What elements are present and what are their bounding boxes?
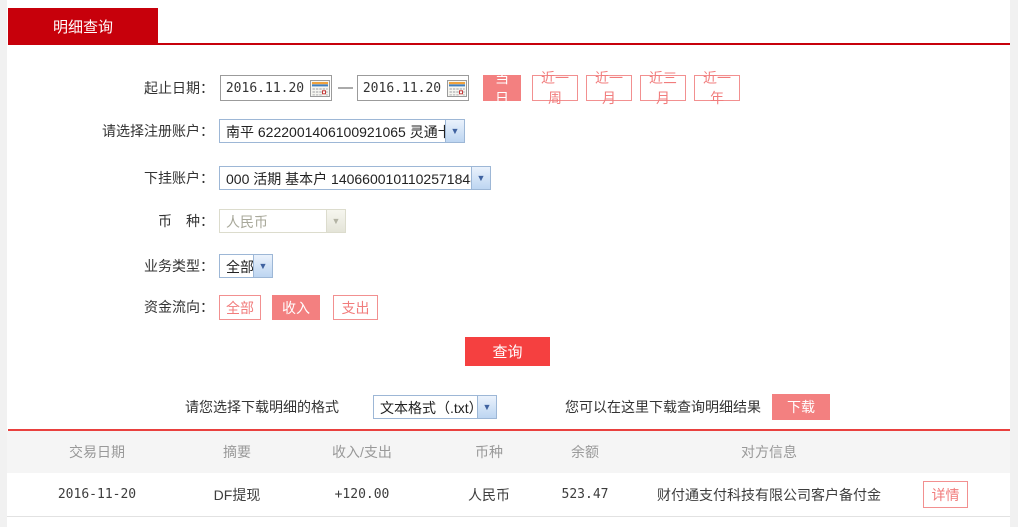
calendar-icon[interactable] [446, 78, 468, 98]
tab-label: 明细查询 [53, 16, 113, 37]
table-row: 2016-11-20 DF提现 +120.00 人民币 523.47 财付通支付… [7, 473, 1010, 517]
tab-detail-query[interactable]: 明细查询 [8, 8, 158, 44]
download-format-value: 文本格式（.txt） [374, 396, 477, 418]
cell-date: 2016-11-20 [35, 473, 159, 516]
calendar-icon[interactable] [309, 78, 331, 98]
cell-balance: 523.47 [524, 473, 646, 516]
end-date-input[interactable] [358, 80, 446, 97]
download-hint: 您可以在这里下载查询明细结果 [565, 394, 761, 420]
sub-account-label: 下挂账户： [8, 166, 214, 190]
start-date-input[interactable] [221, 80, 309, 97]
fund-flow-all-button[interactable]: 全部 [219, 295, 261, 320]
range-week-button[interactable]: 近一周 [532, 75, 578, 101]
range-today-button[interactable]: 当日 [483, 75, 521, 101]
date-separator: — [338, 75, 353, 101]
left-margin [0, 0, 7, 527]
detail-button[interactable]: 详情 [923, 481, 968, 508]
chevron-down-icon: ▼ [471, 167, 490, 189]
col-header-summary: 摘要 [175, 431, 299, 473]
chevron-down-icon: ▼ [253, 255, 272, 277]
fund-flow-income-button[interactable]: 收入 [272, 295, 320, 320]
chevron-down-icon: ▼ [477, 396, 496, 418]
download-format-label: 请您选择下载明细的格式 [185, 394, 339, 420]
currency-value: 人民币 [220, 210, 326, 232]
col-header-date: 交易日期 [35, 431, 159, 473]
query-button[interactable]: 查询 [465, 337, 550, 366]
col-header-balance: 余额 [524, 431, 646, 473]
cell-counterparty: 财付通支付科技有限公司客户备付金 [647, 473, 891, 516]
start-date-field[interactable] [220, 75, 332, 101]
range-month-button[interactable]: 近一月 [586, 75, 632, 101]
range-year-button[interactable]: 近一年 [694, 75, 740, 101]
chevron-down-icon: ▼ [445, 120, 464, 142]
business-type-select[interactable]: 全部 ▼ [219, 254, 273, 278]
col-header-amount: 收入/支出 [300, 431, 424, 473]
currency-label: 币 种： [8, 209, 214, 233]
download-format-select[interactable]: 文本格式（.txt） ▼ [373, 395, 497, 419]
tab-underline [8, 43, 1010, 45]
col-header-counterparty: 对方信息 [647, 431, 891, 473]
chevron-down-icon: ▼ [326, 210, 345, 232]
table-header: 交易日期 摘要 收入/支出 币种 余额 对方信息 [7, 431, 1010, 473]
range-quarter-button[interactable]: 近三月 [640, 75, 686, 101]
business-type-label: 业务类型： [8, 254, 214, 278]
download-button[interactable]: 下载 [772, 394, 830, 420]
currency-select: 人民币 ▼ [219, 209, 346, 233]
register-account-label: 请选择注册账户： [8, 119, 214, 143]
sub-account-value: 000 活期 基本户 1406600101102571848 [220, 167, 471, 189]
cell-summary: DF提现 [175, 473, 299, 516]
sub-account-select[interactable]: 000 活期 基本户 1406600101102571848 ▼ [219, 166, 491, 190]
fund-flow-label: 资金流向： [8, 295, 214, 320]
end-date-field[interactable] [357, 75, 469, 101]
register-account-value: 南平 6222001406100921065 灵通卡 [220, 120, 445, 142]
register-account-select[interactable]: 南平 6222001406100921065 灵通卡 ▼ [219, 119, 465, 143]
date-range-label: 起止日期： [8, 75, 214, 101]
cell-amount: +120.00 [300, 473, 424, 516]
detail-query-page: 明细查询 起止日期： — [0, 0, 1018, 527]
fund-flow-expense-button[interactable]: 支出 [333, 295, 378, 320]
business-type-value: 全部 [220, 255, 253, 277]
right-margin [1010, 0, 1018, 527]
